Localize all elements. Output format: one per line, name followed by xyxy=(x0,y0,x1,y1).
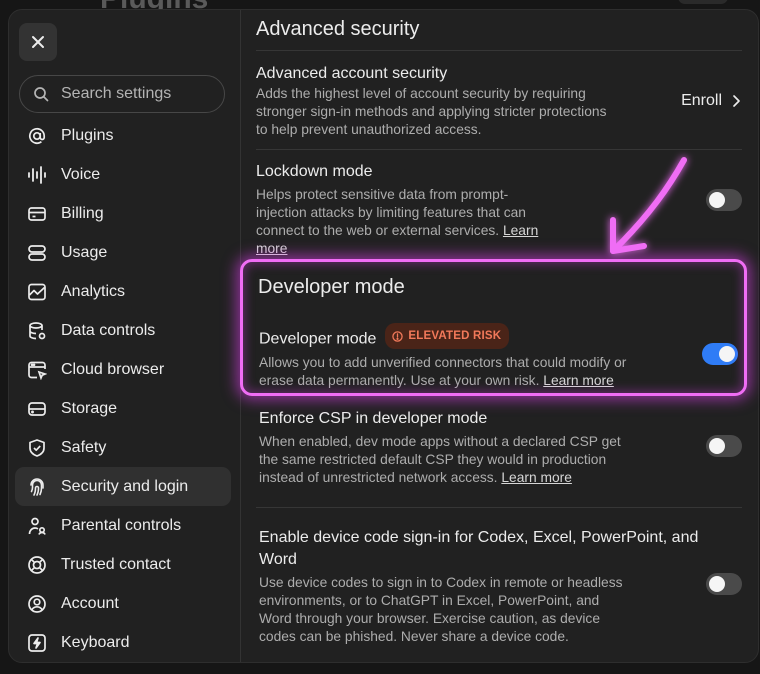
at-sign-icon xyxy=(27,126,47,146)
sidebar-item-label: Data controls xyxy=(61,321,156,339)
enroll-button[interactable]: Enroll xyxy=(681,92,744,110)
close-button[interactable] xyxy=(19,23,57,61)
sidebar-item-safety[interactable]: Safety xyxy=(15,428,231,467)
credit-card-icon xyxy=(27,204,47,224)
search-box[interactable] xyxy=(19,75,225,113)
sidebar-item-voice[interactable]: Voice xyxy=(15,155,231,194)
developer-mode-highlight-box xyxy=(240,259,747,396)
device-code-desc: Use device codes to sign in to Codex in … xyxy=(259,575,623,644)
advanced-account-desc: Adds the highest level of account securi… xyxy=(256,86,607,137)
advanced-account-security-row: Advanced account security Adds the highe… xyxy=(256,64,742,139)
sidebar-item-label: Cloud browser xyxy=(61,360,165,378)
background-control xyxy=(678,0,728,4)
sidebar-item-label: Keyboard xyxy=(61,633,130,651)
advanced-account-title: Advanced account security xyxy=(256,65,448,82)
toggle-knob xyxy=(709,576,725,592)
toggle-knob xyxy=(709,438,725,454)
section-title: Advanced security xyxy=(256,18,420,40)
fingerprint-icon xyxy=(27,477,47,497)
sidebar-item-usage[interactable]: Usage xyxy=(15,233,231,272)
sidebar-item-label: Security and login xyxy=(61,477,189,495)
csp-toggle[interactable] xyxy=(706,435,742,457)
device-code-toggle[interactable] xyxy=(706,573,742,595)
csp-learn-more-link[interactable]: Learn more xyxy=(501,470,572,485)
account-icon xyxy=(27,594,47,614)
csp-title: Enforce CSP in developer mode xyxy=(259,410,488,427)
chevron-right-icon xyxy=(733,95,740,107)
divider xyxy=(256,507,742,508)
lifebuoy-icon xyxy=(27,555,47,575)
database-icon xyxy=(27,321,47,341)
sidebar-item-cloud-browser[interactable]: Cloud browser xyxy=(15,350,231,389)
device-code-title: Enable device code sign-in for Codex, Ex… xyxy=(259,529,699,568)
sidebar-item-label: Storage xyxy=(61,399,118,417)
sidebar-item-label: Analytics xyxy=(61,282,126,300)
lockdown-desc: Helps protect sensitive data from prompt… xyxy=(256,187,539,256)
sidebar-item-label: Plugins xyxy=(61,126,114,144)
sidebar-item-security-and-login[interactable]: Security and login xyxy=(15,467,231,506)
sidebar-item-plugins[interactable]: Plugins xyxy=(15,116,231,155)
cloud-browser-icon xyxy=(27,360,47,380)
sidebar-nav: Plugins Voice Billing Usage Analytics Da… xyxy=(15,116,231,662)
enroll-label: Enroll xyxy=(681,92,722,109)
divider xyxy=(256,50,742,51)
sidebar-item-trusted-contact[interactable]: Trusted contact xyxy=(15,545,231,584)
sidebar-item-keyboard[interactable]: Keyboard xyxy=(15,623,231,662)
settings-sidebar: Plugins Voice Billing Usage Analytics Da… xyxy=(9,10,241,662)
lockdown-toggle[interactable] xyxy=(706,189,742,211)
sidebar-item-billing[interactable]: Billing xyxy=(15,194,231,233)
sidebar-item-label: Usage xyxy=(61,243,108,261)
sidebar-item-data-controls[interactable]: Data controls xyxy=(15,311,231,350)
line-chart-icon xyxy=(27,282,47,302)
close-icon xyxy=(32,36,44,48)
sidebar-item-label: Account xyxy=(61,594,119,612)
waveform-icon xyxy=(27,165,47,185)
sidebar-item-label: Trusted contact xyxy=(61,555,171,573)
sidebar-item-analytics[interactable]: Analytics xyxy=(15,272,231,311)
sidebar-item-storage[interactable]: Storage xyxy=(15,389,231,428)
sidebar-item-parental-controls[interactable]: Parental controls xyxy=(15,506,231,545)
sidebar-item-label: Voice xyxy=(61,165,101,183)
usage-icon xyxy=(27,243,47,263)
csp-desc: When enabled, dev mode apps without a de… xyxy=(259,434,621,485)
enforce-csp-row: Enforce CSP in developer mode When enabl… xyxy=(259,409,742,487)
storage-icon xyxy=(27,399,47,419)
sidebar-item-account[interactable]: Account xyxy=(15,584,231,623)
lockdown-title: Lockdown mode xyxy=(256,163,373,180)
parental-icon xyxy=(27,516,47,536)
sidebar-item-label: Billing xyxy=(61,204,104,222)
sidebar-item-label: Safety xyxy=(61,438,107,456)
toggle-knob xyxy=(709,192,725,208)
shield-icon xyxy=(27,438,47,458)
keyboard-icon xyxy=(27,633,47,653)
divider xyxy=(256,149,742,150)
device-code-row: Enable device code sign-in for Codex, Ex… xyxy=(259,527,742,646)
search-icon xyxy=(34,87,49,102)
search-input[interactable] xyxy=(59,84,213,104)
lockdown-mode-row: Lockdown mode Helps protect sensitive da… xyxy=(256,162,742,258)
sidebar-item-label: Parental controls xyxy=(61,516,182,534)
